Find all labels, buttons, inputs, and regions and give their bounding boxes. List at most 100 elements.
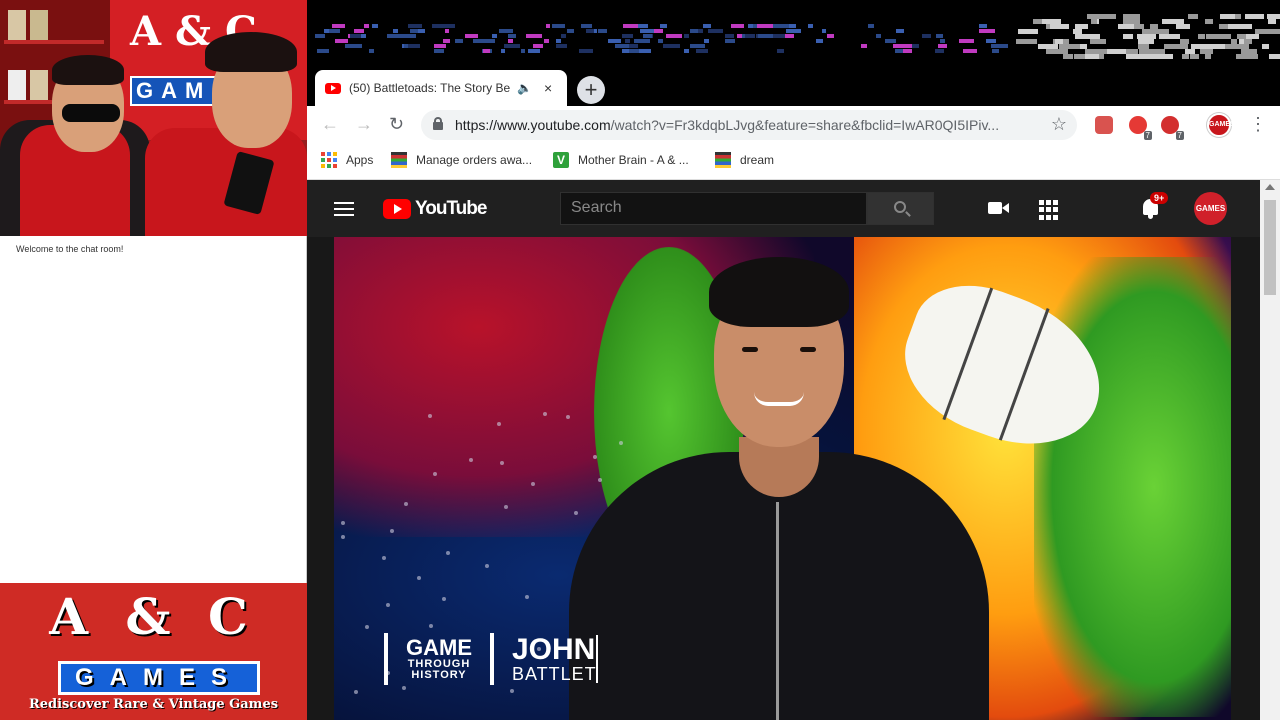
star: [341, 535, 345, 539]
bookmark-manage-orders[interactable]: Manage orders awa...: [391, 152, 532, 168]
pixel-block: [432, 24, 447, 28]
scroll-up-arrow-icon[interactable]: [1265, 184, 1275, 190]
pixel-block: [499, 29, 513, 33]
pixel-block: [1142, 29, 1157, 34]
search-input[interactable]: Search: [560, 192, 867, 225]
pixel-block: [690, 44, 705, 48]
pixel-block: [1159, 34, 1180, 39]
forward-icon[interactable]: →: [355, 114, 373, 135]
bookmarks-bar: Apps Manage orders awa... V Mother Brain…: [307, 144, 1280, 180]
lock-icon: [433, 117, 443, 130]
account-avatar[interactable]: GAMES: [1194, 192, 1227, 225]
pixel-block: [885, 39, 896, 43]
pixel-block: [1246, 34, 1259, 39]
search-button[interactable]: [867, 192, 934, 225]
search-icon: [894, 201, 906, 213]
bookmark-dream[interactable]: dream: [715, 152, 774, 168]
new-tab-button[interactable]: +: [577, 76, 605, 104]
shop-icon: [391, 152, 407, 168]
profile-avatar[interactable]: GAMES: [1207, 113, 1235, 137]
reload-icon[interactable]: ↻: [389, 114, 404, 135]
pixel-block: [935, 49, 944, 53]
pixel-block: [1269, 54, 1280, 59]
pixel-block: [492, 34, 497, 38]
pixel-block: [876, 34, 881, 38]
back-icon[interactable]: ←: [321, 114, 339, 135]
pixel-block: [959, 39, 974, 43]
menu-dots-icon[interactable]: ⋮: [1249, 114, 1267, 135]
star: [442, 597, 446, 601]
pixel-block: [776, 24, 789, 28]
pixel-block: [827, 34, 834, 38]
pixel-block: [1198, 34, 1205, 39]
pixel-block: [335, 39, 348, 43]
adblock-extension-icon[interactable]: 7: [1161, 116, 1184, 140]
scroll-thumb[interactable]: [1264, 200, 1276, 295]
pixel-block: [1123, 34, 1133, 39]
apps-icon[interactable]: [1039, 198, 1061, 220]
pixel-block: [521, 49, 525, 53]
pixel-block: [455, 39, 463, 43]
pixel-block: [1250, 49, 1257, 54]
brand-tagline: Rediscover Rare & Vintage Games: [28, 697, 279, 712]
address-url: https://www.youtube.com/watch?v=Fr3kdqbL…: [455, 117, 1000, 133]
pixel-block: [418, 29, 425, 33]
pixel-block: [1106, 49, 1126, 54]
pixel-block: [979, 24, 987, 28]
page-scrollbar[interactable]: [1260, 180, 1280, 720]
brand-logo-games: GAMES: [58, 661, 260, 695]
pixel-block: [1150, 24, 1158, 29]
pixel-block: [1059, 44, 1080, 49]
video-player[interactable]: GAME THROUGH HISTORY JOHN BATTLET: [334, 237, 1231, 720]
pixel-block: [586, 29, 594, 33]
pixel-block: [963, 49, 977, 53]
pixel-block: [328, 29, 340, 33]
pixel-block: [528, 49, 540, 53]
pixel-block: [922, 34, 931, 38]
pixel-block: [1268, 19, 1276, 24]
pixel-block: [1123, 14, 1140, 19]
pixel-block: [526, 34, 542, 38]
pixel-block: [1228, 24, 1252, 29]
pixel-block: [634, 39, 650, 43]
apps-grid-icon: [321, 152, 337, 168]
bookmark-mother-brain[interactable]: V Mother Brain - A & ...: [553, 152, 689, 168]
pixel-block: [690, 29, 698, 33]
pixel-block: [666, 34, 682, 38]
pixel-block: [725, 34, 730, 38]
pixel-block: [332, 24, 345, 28]
browser-toolbar: ← → ↻ https://www.youtube.com/watch?v=Fr…: [307, 106, 1280, 144]
extension-icon[interactable]: 7: [1129, 116, 1152, 140]
pixel-block: [816, 39, 823, 43]
bookmark-apps[interactable]: Apps: [321, 152, 373, 168]
hamburger-menu-icon[interactable]: [334, 202, 354, 216]
youtube-logo[interactable]: YouTube: [383, 198, 487, 220]
pixel-block: [354, 29, 364, 33]
pixel-block: [1205, 19, 1213, 24]
pixel-block: [704, 39, 709, 43]
pixel-block: [533, 44, 543, 48]
pixel-block: [988, 39, 996, 43]
star: [402, 686, 406, 690]
screen: A & C GAM Welcome to the chat room! A & …: [0, 0, 1280, 720]
pixel-block: [317, 49, 329, 53]
pixel-block: [552, 24, 565, 28]
pixel-block: [315, 34, 325, 38]
star: [543, 412, 547, 416]
shop-icon: [715, 152, 731, 168]
pixel-block: [1236, 54, 1258, 59]
pixel-block: [508, 39, 513, 43]
pdf-extension-icon[interactable]: [1095, 116, 1113, 134]
browser-tab[interactable]: (50) Battletoads: The Story Be 🔈 ×: [315, 70, 567, 106]
bookmark-star-icon[interactable]: ☆: [1051, 114, 1067, 135]
close-icon[interactable]: ×: [544, 80, 552, 96]
pixel-block: [364, 24, 369, 28]
pixel-block: [434, 49, 444, 53]
create-video-icon[interactable]: [988, 198, 1010, 220]
pixel-block: [1190, 54, 1199, 59]
speaker-icon[interactable]: 🔈: [517, 81, 532, 95]
pixel-block: [483, 49, 490, 53]
pixel-art-strip: [315, 0, 1280, 60]
messages-icon[interactable]: [1088, 198, 1110, 220]
address-bar[interactable]: https://www.youtube.com/watch?v=Fr3kdqbL…: [421, 110, 1077, 140]
